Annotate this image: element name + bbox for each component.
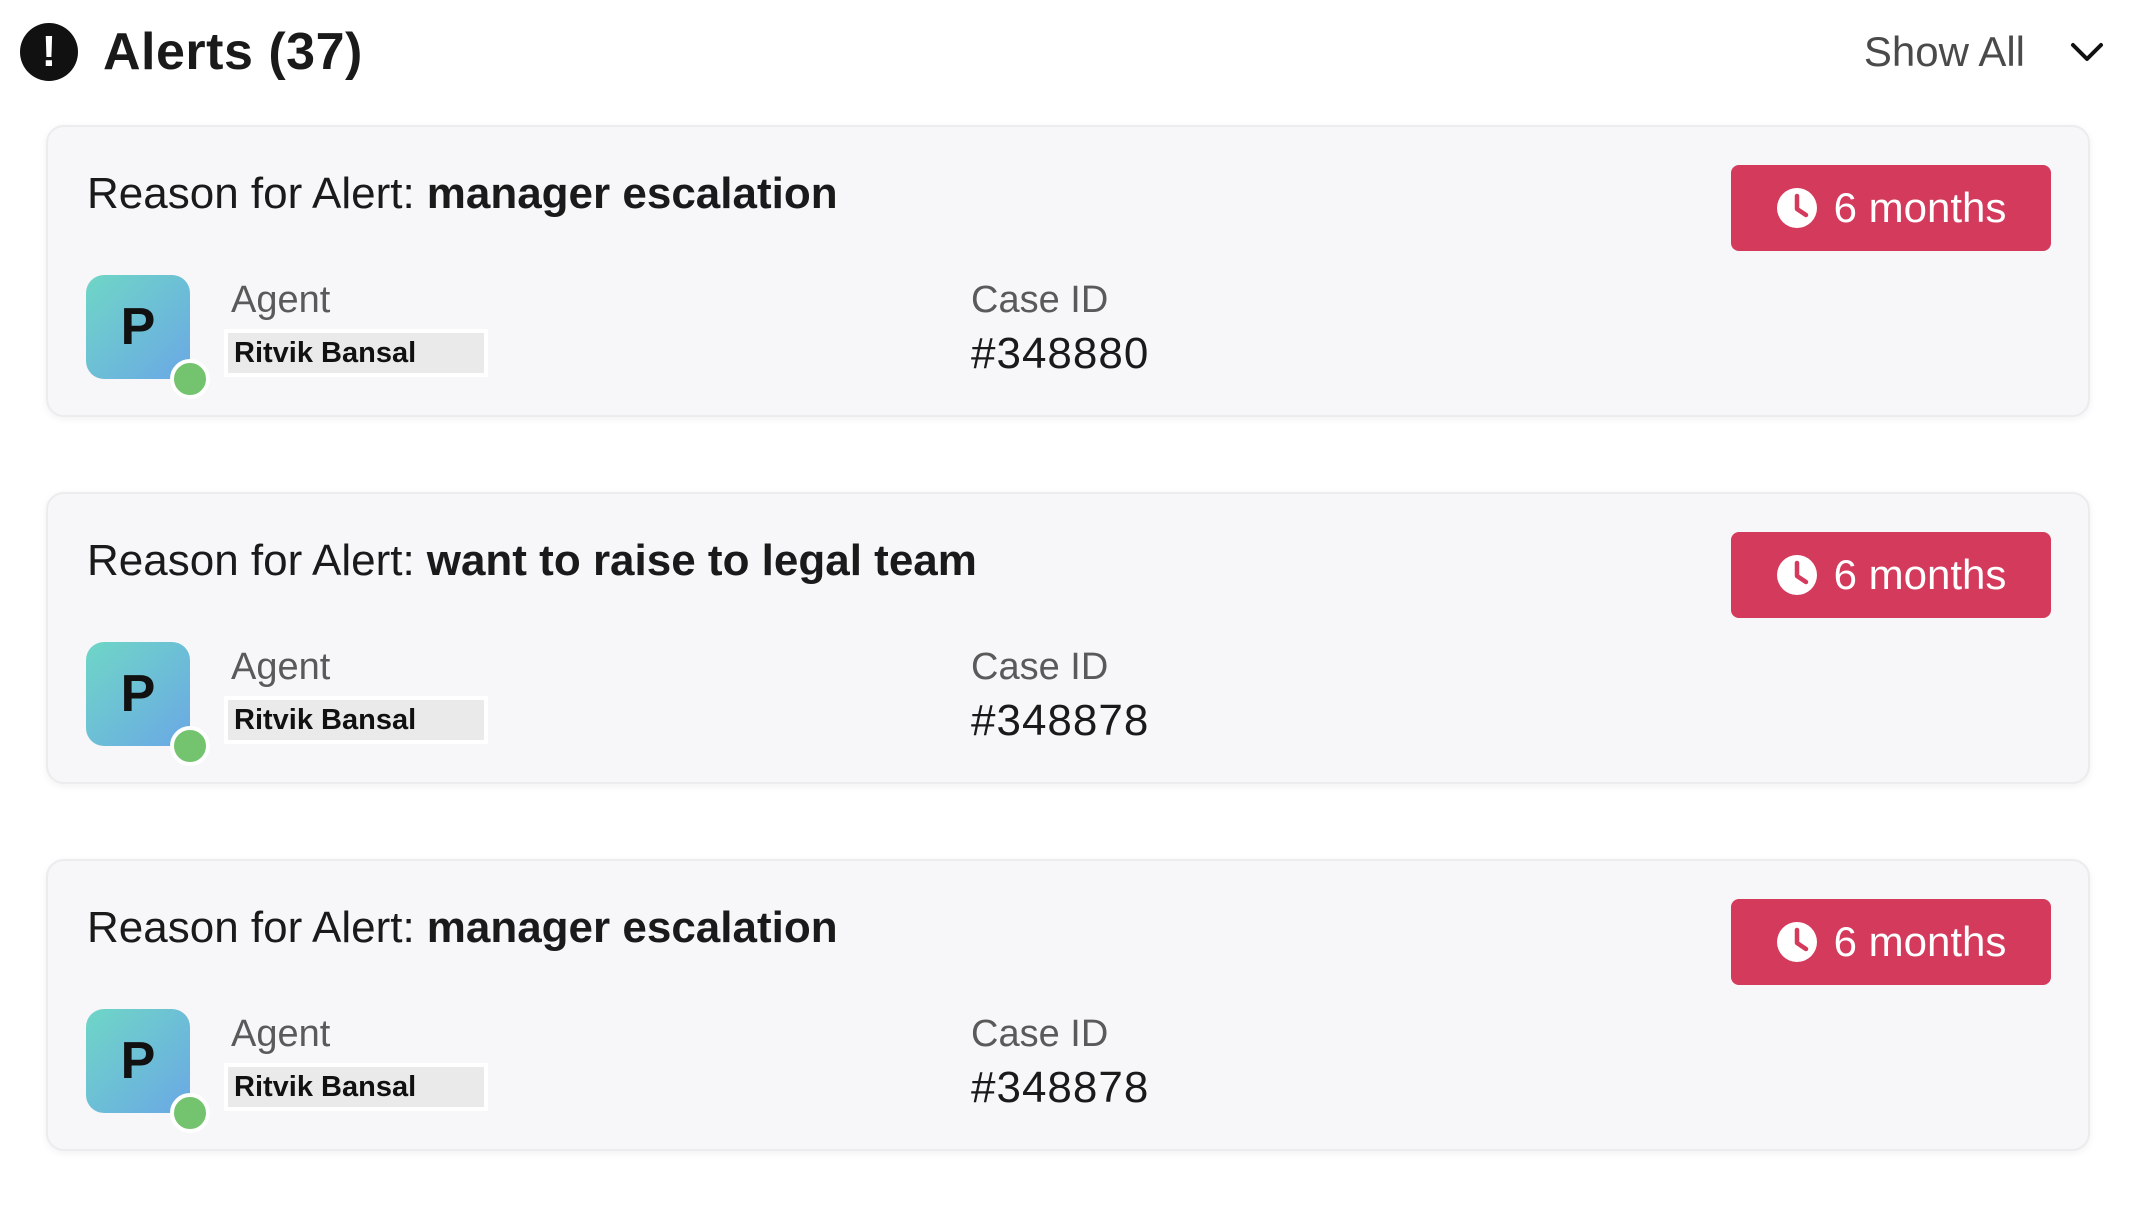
online-status-dot [170,359,210,399]
alert-reason: Reason for Alert: manager escalation [87,903,838,953]
alert-card[interactable]: Reason for Alert: manager escalation 6 mo… [46,125,2090,417]
show-all-button[interactable]: Show All [1864,28,2025,76]
time-badge[interactable]: 6 months [1731,899,2051,985]
agent-avatar: P [86,275,210,399]
case-id-label: Case ID [971,1013,1109,1055]
case-id-value: #348878 [971,696,1150,745]
time-badge-label: 6 months [1833,918,2007,965]
agent-label: Agent [231,279,331,321]
time-badge-label: 6 months [1833,184,2007,231]
alert-list: Reason for Alert: manager escalation 6 mo… [46,125,2090,1226]
reason-value: want to raise to legal team [426,536,977,585]
time-badge[interactable]: 6 months [1731,165,2051,251]
reason-value: manager escalation [426,169,838,218]
clock-icon [1776,555,1817,595]
alert-card[interactable]: Reason for Alert: want to raise to legal … [46,492,2090,784]
alert-card[interactable]: Reason for Alert: manager escalation 6 mo… [46,859,2090,1151]
agent-avatar: P [86,1009,210,1133]
alert-reason: Reason for Alert: want to raise to legal … [87,536,977,586]
alerts-title: Alerts (37) [103,23,363,81]
clock-icon [1776,188,1817,228]
agent-avatar: P [86,642,210,766]
agent-label: Agent [231,646,331,688]
case-id-label: Case ID [971,646,1109,688]
clock-icon [1776,922,1817,962]
avatar-initial: P [86,1009,190,1113]
agent-label: Agent [231,1013,331,1055]
avatar-initial: P [86,642,190,746]
agent-name: Ritvik Bansal [224,1063,488,1111]
exclamation-circle-icon: ! [20,23,78,81]
avatar-initial: P [86,275,190,379]
time-badge[interactable]: 6 months [1731,532,2051,618]
reason-label: Reason for Alert: [87,169,415,218]
alert-reason: Reason for Alert: manager escalation [87,169,838,219]
reason-label: Reason for Alert: [87,536,415,585]
reason-value: manager escalation [426,903,838,952]
alerts-header: ! Alerts (37) Show All [20,20,2115,84]
agent-name: Ritvik Bansal [224,696,488,744]
case-id-value: #348878 [971,1063,1150,1112]
agent-name: Ritvik Bansal [224,329,488,377]
case-id-label: Case ID [971,279,1109,321]
chevron-down-icon[interactable] [2067,32,2107,72]
online-status-dot [170,726,210,766]
online-status-dot [170,1093,210,1133]
reason-label: Reason for Alert: [87,903,415,952]
alerts-panel: ! Alerts (37) Show All Reason for Alert:… [0,0,2132,1190]
case-id-value: #348880 [971,329,1150,378]
time-badge-label: 6 months [1833,551,2007,598]
